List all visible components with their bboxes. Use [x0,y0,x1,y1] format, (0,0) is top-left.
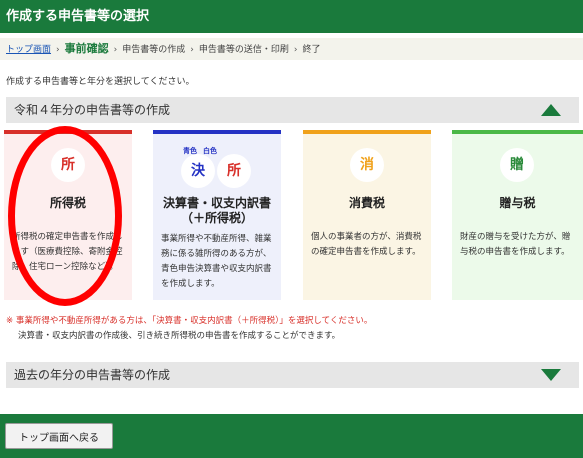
breadcrumb-separator: › [293,45,298,55]
note-emphasis: 「決算書・収支内訳書（＋所得税）」 [151,316,288,326]
past-year-section-header[interactable]: 過去の年分の申告書等の作成 [6,362,579,388]
breadcrumb-step: 申告書等の作成 [122,45,186,55]
breadcrumb-separator: › [113,45,118,55]
gift-tax-badge-icon: 贈 [500,148,534,182]
card-description: 事業所得や不動産所得、雑業 務に係る雑所得のある方が、 青色申告決算書や収支内訳… [161,234,272,289]
instruction-text: 作成する申告書等と年分を選択してください。 [6,77,195,87]
breadcrumb-step: 終了 [302,45,321,55]
card-consumption-tax[interactable]: 消 消費税 個人の事業者の方が、消費税 の確定申告書を作成します。 [303,130,431,300]
current-year-section-header[interactable]: 令和４年分の申告書等の作成 [6,97,579,123]
page-title: 作成する申告書等の選択 [0,0,583,33]
card-income-tax[interactable]: 所 所得税 所得税の確定申告書を作成し ます（医療費控除、寄附金控 除、住宅ロー… [4,130,132,300]
breadcrumb-separator: › [56,45,60,55]
card-financial-statement[interactable]: 青色 白色 決 所 決算書・収支内訳書 （＋所得税） 事業所得や不動産所得、雑業… [153,130,281,300]
section-title: 過去の年分の申告書等の作成 [14,368,171,382]
expand-arrow-icon[interactable] [541,369,561,381]
back-to-top-button[interactable]: トップ画面へ戻る [5,423,113,449]
card-title: 決算書・収支内訳書 （＋所得税） [162,196,271,225]
statement-badge-icon: 決 [181,154,215,188]
breadcrumb: トップ画面 › 事前確認 › 申告書等の作成 › 申告書等の送信・印刷 › 終了 [0,38,583,60]
card-gift-tax[interactable]: 贈 贈与税 財産の贈与を受けた方が、贈 与税の申告書を作成します。 [452,130,583,300]
card-title: 贈与税 [499,196,536,210]
consumption-tax-badge-icon: 消 [350,148,384,182]
card-title: 消費税 [348,196,385,210]
card-description: 財産の贈与を受けた方が、贈 与税の申告書を作成します。 [460,232,571,257]
breadcrumb-step: 申告書等の送信・印刷 [198,45,289,55]
white-return-label: 白色 [203,147,217,155]
card-description: 個人の事業者の方が、消費税 の確定申告書を作成します。 [311,232,422,257]
footer-bar: トップ画面へ戻る [0,414,583,458]
section-title: 令和４年分の申告書等の作成 [14,103,171,117]
card-title: 所得税 [49,196,86,210]
breadcrumb-current-step: 事前確認 [64,42,109,55]
income-tax-badge-icon: 所 [51,148,85,182]
card-description: 所得税の確定申告書を作成し ます（医療費控除、寄附金控 除、住宅ローン控除など）… [12,232,123,272]
income-tax-badge-icon: 所 [217,154,251,188]
collapse-arrow-icon[interactable] [541,104,561,116]
breadcrumb-top-link[interactable]: トップ画面 [6,45,51,55]
breadcrumb-separator: › [190,45,194,55]
note-text: ※ 事業所得や不動産所得がある方は、「決算書・収支内訳書（＋所得税）」を選択して… [6,316,373,341]
